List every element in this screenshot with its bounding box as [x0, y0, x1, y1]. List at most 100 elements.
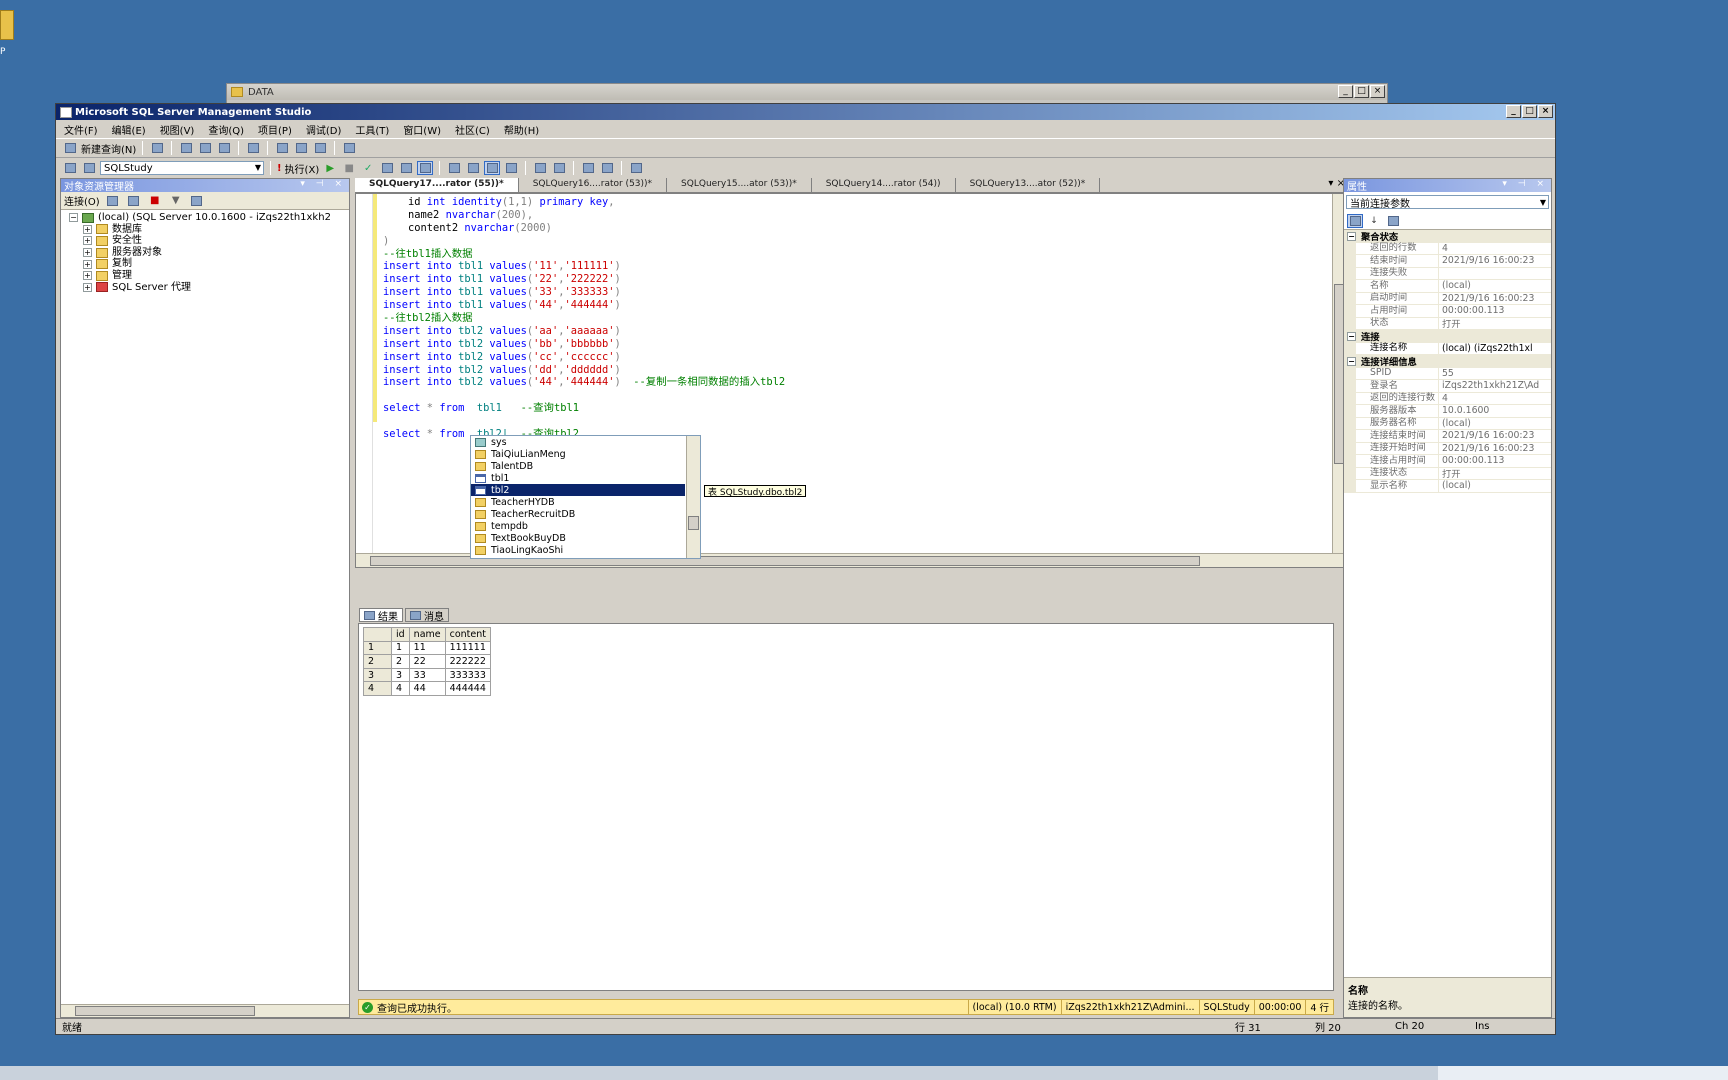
- tree-node-databases[interactable]: + 数据库: [69, 224, 349, 236]
- connect-icon[interactable]: [62, 161, 78, 175]
- property-row[interactable]: 服务器版本 10.0.1600: [1344, 404, 1551, 418]
- table-cell[interactable]: 44: [408, 681, 446, 696]
- specify-values-icon[interactable]: [628, 161, 644, 175]
- code-line[interactable]: --往tbl2插入数据: [383, 312, 785, 325]
- code-line[interactable]: insert into tbl2 values('aa','aaaaaa'): [383, 325, 785, 338]
- property-row[interactable]: 连接结束时间 2021/9/16 16:00:23: [1344, 429, 1551, 443]
- results-to-file-icon[interactable]: [503, 161, 519, 175]
- table-row[interactable]: 3 3 33 333333: [363, 667, 492, 683]
- property-row[interactable]: 服务器名称 (local): [1344, 417, 1551, 430]
- tab-sqlquery14[interactable]: SQLQuery14....rator (54)): [812, 178, 956, 192]
- new-query-icon[interactable]: [62, 141, 78, 155]
- code-line[interactable]: insert into tbl2 values('cc','cccccc'): [383, 351, 785, 364]
- disconnect-icon[interactable]: [126, 194, 142, 208]
- property-row[interactable]: 状态 打开: [1344, 317, 1551, 330]
- xmla-query-icon[interactable]: [245, 141, 261, 155]
- data-window[interactable]: DATA _ □ ×: [226, 83, 1388, 105]
- code-line[interactable]: insert into tbl1 values('22','222222'): [383, 273, 785, 286]
- code-line[interactable]: insert into tbl2 values('bb','bbbbbb'): [383, 338, 785, 351]
- open-file-icon[interactable]: [274, 141, 290, 155]
- debug-play-icon[interactable]: ▶: [322, 161, 338, 175]
- desktop-folder-icon[interactable]: [0, 10, 14, 40]
- row-number[interactable]: 3: [363, 667, 392, 683]
- property-row[interactable]: 连接失败: [1344, 267, 1551, 280]
- table-cell[interactable]: 444444: [444, 681, 492, 696]
- table-cell[interactable]: 3: [391, 667, 410, 683]
- table-cell[interactable]: 1: [391, 640, 410, 656]
- stop-icon[interactable]: ■: [147, 194, 163, 208]
- menu-window[interactable]: 窗口(W): [403, 122, 441, 137]
- property-row[interactable]: 启动时间 2021/9/16 16:00:23: [1344, 292, 1551, 305]
- comment-icon[interactable]: [532, 161, 548, 175]
- tree-node-sql-agent[interactable]: + SQL Server 代理: [69, 282, 349, 294]
- code-line[interactable]: ): [383, 235, 785, 248]
- execute-button[interactable]: 执行(X): [285, 161, 320, 176]
- tab-sqlquery17[interactable]: SQLQuery17....rator (55))*: [355, 178, 519, 192]
- query-designer-icon[interactable]: [398, 161, 414, 175]
- tree-node-management[interactable]: + 管理: [69, 270, 349, 282]
- code-text[interactable]: id int identity(1,1) primary key, name2 …: [383, 196, 785, 441]
- table-row[interactable]: 4 4 44 444444: [363, 681, 492, 696]
- minimize-button[interactable]: _: [1506, 105, 1521, 118]
- tab-messages[interactable]: 消息: [405, 608, 449, 623]
- code-line[interactable]: --往tbl1插入数据: [383, 248, 785, 261]
- menu-debug[interactable]: 调试(D): [306, 122, 342, 137]
- expand-icon[interactable]: +: [83, 271, 92, 281]
- intellisense-item[interactable]: TeacherHYDB: [471, 496, 700, 508]
- intellisense-list[interactable]: sys TaiQiuLianMeng TalentDB tbl1 tbl2 Teacher…: [470, 435, 701, 559]
- intellisense-item[interactable]: tempdb: [471, 521, 700, 533]
- mdx-query-icon[interactable]: [216, 141, 232, 155]
- panel-pin-close-icon[interactable]: ▾ ⊣ ×: [300, 179, 346, 189]
- property-row[interactable]: 返回的行数 4: [1344, 242, 1551, 255]
- property-category[interactable]: − 连接详细信息: [1344, 355, 1551, 368]
- client-stats-icon[interactable]: [465, 161, 481, 175]
- property-row[interactable]: SPID 55: [1344, 367, 1551, 380]
- expand-icon[interactable]: +: [83, 282, 92, 292]
- row-number[interactable]: 2: [363, 654, 392, 669]
- intellisense-item[interactable]: TalentDB: [471, 460, 700, 472]
- table-cell[interactable]: 333333: [444, 667, 492, 683]
- stop-icon[interactable]: ■: [341, 161, 357, 175]
- code-line[interactable]: content2 nvarchar(2000): [383, 222, 785, 235]
- refresh-icon[interactable]: [189, 194, 205, 208]
- tab-sqlquery16[interactable]: SQLQuery16....rator (53))*: [519, 178, 668, 192]
- table-cell[interactable]: 2: [391, 654, 410, 669]
- code-line[interactable]: insert into tbl2 values('dd','dddddd'): [383, 364, 785, 377]
- intellisense-item[interactable]: TeacherRecruitDB: [471, 509, 700, 521]
- code-line[interactable]: insert into tbl1 values('44','444444'): [383, 299, 785, 312]
- menu-file[interactable]: 文件(F): [64, 122, 98, 137]
- include-plan-icon[interactable]: [446, 161, 462, 175]
- grid-column-header[interactable]: name: [408, 627, 446, 642]
- maximize-button[interactable]: □: [1522, 105, 1537, 118]
- properties-object-select[interactable]: 当前连接参数 ▼: [1346, 195, 1549, 210]
- table-cell[interactable]: 22: [408, 654, 446, 669]
- collapse-icon[interactable]: −: [1347, 356, 1356, 366]
- property-row[interactable]: 登录名 iZqs22th1xkh21Z\Adm: [1344, 379, 1551, 393]
- code-line[interactable]: insert into tbl1 values('11','111111'): [383, 260, 785, 273]
- table-row[interactable]: 1 1 11 111111: [363, 640, 492, 656]
- close-button[interactable]: ×: [1370, 85, 1385, 98]
- table-cell[interactable]: 4: [391, 681, 410, 696]
- property-row[interactable]: 返回的连接行数 4: [1344, 392, 1551, 405]
- tree-node-replication[interactable]: + 复制: [69, 258, 349, 270]
- alphabetical-icon[interactable]: ↓: [1366, 214, 1382, 228]
- table-cell[interactable]: 33: [408, 667, 446, 683]
- code-line[interactable]: name2 nvarchar(200),: [383, 209, 785, 222]
- table-cell[interactable]: 111111: [444, 640, 492, 656]
- expand-icon[interactable]: +: [83, 248, 92, 258]
- property-pages-icon[interactable]: [1385, 214, 1401, 228]
- connect-dropdown[interactable]: 连接(O): [64, 193, 100, 208]
- display-plan-icon[interactable]: [379, 161, 395, 175]
- property-row[interactable]: 结束时间 2021/9/16 16:00:23: [1344, 254, 1551, 268]
- grid-column-header[interactable]: id: [391, 627, 410, 642]
- menu-query[interactable]: 查询(Q): [208, 122, 244, 137]
- row-number[interactable]: 4: [363, 681, 392, 696]
- uncomment-icon[interactable]: [551, 161, 567, 175]
- results-to-grid-icon[interactable]: [417, 161, 434, 175]
- collapse-icon[interactable]: −: [1347, 231, 1356, 241]
- minimize-button[interactable]: _: [1338, 85, 1353, 98]
- code-line[interactable]: insert into tbl2 values('44','444444') -…: [383, 376, 785, 389]
- expand-icon[interactable]: +: [83, 236, 92, 246]
- connect-server-icon[interactable]: [105, 194, 121, 208]
- tree-node-server-objects[interactable]: + 服务器对象: [69, 247, 349, 259]
